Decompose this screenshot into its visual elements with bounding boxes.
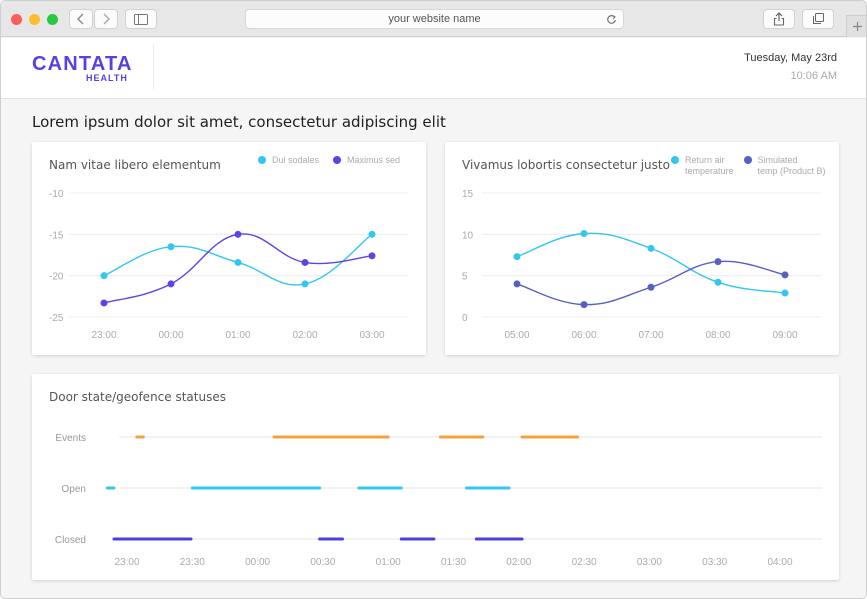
x-tick-label: 09:00 xyxy=(772,330,797,341)
x-tick-label: 02:00 xyxy=(506,557,531,568)
current-date: Tuesday, May 23rd xyxy=(744,52,837,64)
timeline-plot: Events Open Closed 23:00 23:30 00:00 00:30 01:0… xyxy=(55,433,822,568)
data-point xyxy=(714,258,722,266)
current-time: 10:06 AM xyxy=(790,70,837,82)
reload-icon[interactable] xyxy=(606,14,617,25)
tabs-icon xyxy=(812,13,824,24)
x-tick-label: 00:00 xyxy=(245,557,270,568)
data-point xyxy=(234,258,242,266)
x-tick-label: 03:00 xyxy=(359,330,384,341)
row-label: Events xyxy=(55,433,86,444)
url-text: your website name xyxy=(388,13,481,25)
data-point xyxy=(301,280,309,288)
chart-card-1: Nam vitae libero elementum Dui sodales M… xyxy=(32,142,426,355)
share-icon xyxy=(773,12,785,26)
data-point xyxy=(301,258,309,266)
x-tick-label: 06:00 xyxy=(571,330,596,341)
y-tick-label: -20 xyxy=(49,272,64,283)
logo-subtitle: HEALTH xyxy=(86,73,128,83)
data-point xyxy=(781,271,789,279)
address-bar[interactable]: your website name xyxy=(245,9,624,29)
x-tick-label: 03:30 xyxy=(702,557,727,568)
minimize-window-button[interactable] xyxy=(29,14,40,25)
row-label: Closed xyxy=(55,535,86,546)
maximize-window-button[interactable] xyxy=(47,14,58,25)
chart-card-2: Vivamus lobortis consectetur justo Retur… xyxy=(445,142,839,355)
timeline-card: Door state/geofence statuses Events Open C… xyxy=(32,374,839,580)
x-tick-label: 00:30 xyxy=(310,557,335,568)
x-tick-label: 03:00 xyxy=(637,557,662,568)
header-divider xyxy=(153,44,154,89)
data-point xyxy=(368,230,376,238)
row-label: Open xyxy=(62,484,86,495)
page-title: Lorem ipsum dolor sit amet, consectetur … xyxy=(32,113,446,131)
data-point xyxy=(781,289,789,297)
x-tick-label: 23:30 xyxy=(180,557,205,568)
data-point xyxy=(368,252,376,260)
y-tick-label: 0 xyxy=(462,313,468,324)
chart-2-plot: 15 10 5 0 05:00 06:00 07:00 08:00 09:00 xyxy=(462,189,821,341)
x-tick-label: 23:00 xyxy=(114,557,139,568)
data-point xyxy=(100,272,108,280)
x-tick-label: 04:00 xyxy=(767,557,792,568)
y-tick-label: -25 xyxy=(49,313,64,324)
forward-button[interactable] xyxy=(94,9,118,29)
x-tick-label: 08:00 xyxy=(705,330,730,341)
data-point xyxy=(100,299,108,307)
share-button[interactable] xyxy=(763,9,795,29)
data-point xyxy=(714,278,722,286)
data-point xyxy=(234,230,242,238)
y-tick-label: 10 xyxy=(462,230,474,241)
x-tick-label: 02:30 xyxy=(572,557,597,568)
data-point xyxy=(580,301,588,309)
y-tick-label: 5 xyxy=(462,272,468,283)
sidebar-toggle-button[interactable] xyxy=(125,9,157,29)
data-point xyxy=(647,244,655,252)
series-line xyxy=(103,233,373,304)
chevron-left-icon xyxy=(77,13,84,25)
tabs-overview-button[interactable] xyxy=(802,9,834,29)
plus-icon xyxy=(853,22,862,31)
x-tick-label: 07:00 xyxy=(638,330,663,341)
series-line xyxy=(516,260,786,306)
x-tick-label: 01:00 xyxy=(225,330,250,341)
x-tick-label: 01:30 xyxy=(441,557,466,568)
x-tick-label: 23:00 xyxy=(91,330,116,341)
browser-window: your website name CANTATA HEALTH Tuesday… xyxy=(0,0,867,599)
x-tick-label: 00:00 xyxy=(158,330,183,341)
chevron-right-icon xyxy=(103,13,110,25)
back-button[interactable] xyxy=(69,9,93,29)
sidebar-icon xyxy=(134,13,148,25)
browser-toolbar: your website name xyxy=(1,1,866,37)
y-tick-label: -15 xyxy=(49,230,64,241)
new-tab-button[interactable] xyxy=(846,15,866,37)
x-tick-label: 02:00 xyxy=(292,330,317,341)
y-tick-label: 15 xyxy=(462,189,474,200)
y-tick-label: -10 xyxy=(49,189,64,200)
data-point xyxy=(647,283,655,291)
data-point xyxy=(580,230,588,238)
x-tick-label: 01:00 xyxy=(376,557,401,568)
data-point xyxy=(513,253,521,261)
data-point xyxy=(167,280,175,288)
x-tick-label: 05:00 xyxy=(504,330,529,341)
data-point xyxy=(167,243,175,251)
close-window-button[interactable] xyxy=(11,14,22,25)
data-point xyxy=(513,280,521,288)
chart-1-plot: -10 -15 -20 -25 23:00 00:00 01:00 02:00 03:00 xyxy=(49,189,408,341)
